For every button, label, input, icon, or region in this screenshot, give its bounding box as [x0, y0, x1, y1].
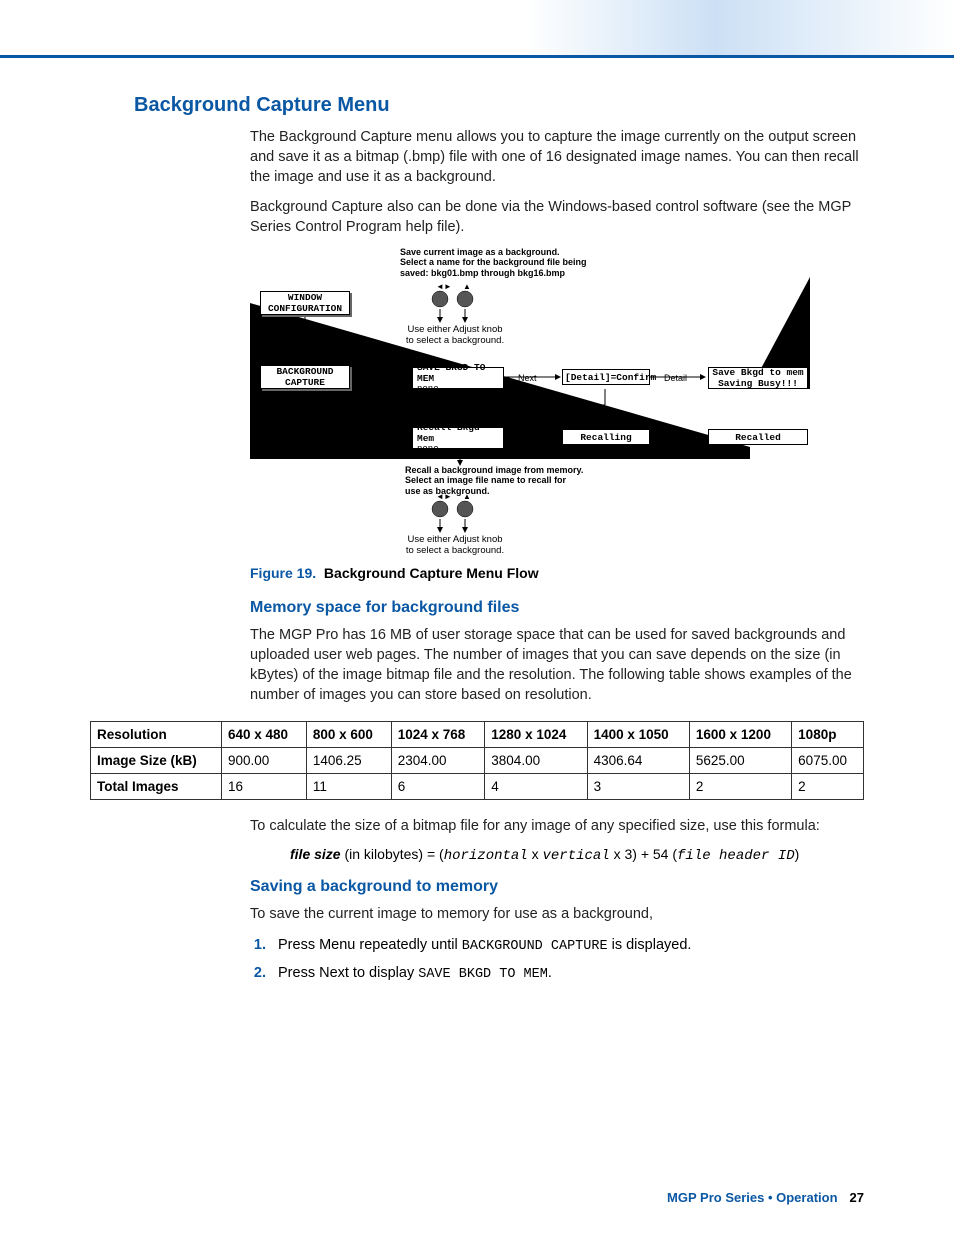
diagram-note-top: Save current image as a background.Selec… — [400, 247, 620, 278]
list-item: Press Menu repeatedly until BACKGROUND C… — [270, 934, 864, 958]
paragraph-intro-2: Background Capture also can be done via … — [250, 197, 864, 237]
diagram-box-bgcapture: BACKGROUNDCAPTURE — [260, 365, 350, 389]
diagram-box-recalling: Recalling — [562, 429, 650, 445]
table-col-800: 800 x 600 — [306, 722, 391, 748]
diagram-label-next-3: Next — [445, 407, 464, 417]
diagram-label-next-4: Next — [518, 433, 537, 443]
diagram-box-recall: Recall Bkgd Mem none — [412, 427, 504, 449]
table-col-1600: 1600 x 1200 — [689, 722, 791, 748]
diagram-box-window: WINDOWCONFIGURATION — [260, 291, 350, 315]
diagram-label-next-2: Next — [518, 373, 537, 383]
diagram-box-recalled: Recalled — [708, 429, 808, 445]
table-row: Total Images 16 11 6 4 3 2 2 — [91, 774, 864, 800]
diagram-box-busy: Save Bkgd to mem Saving Busy!!! — [708, 367, 808, 389]
resolution-table: Resolution 640 x 480 800 x 600 1024 x 76… — [90, 721, 864, 800]
formula-file-size: file size (in kilobytes) = (horizontal x… — [290, 846, 864, 864]
table-col-640: 640 x 480 — [221, 722, 306, 748]
diagram-label-detail: Detail — [664, 373, 687, 383]
page-footer: MGP Pro Series • Operation27 — [667, 1190, 864, 1205]
diagram-box-detail: [Detail]=Confirm — [562, 369, 650, 385]
diagram-knob-note-top: Use either Adjust knobto select a backgr… — [405, 325, 505, 347]
heading-saving: Saving a background to memory — [250, 878, 864, 896]
table-header-row: Resolution 640 x 480 800 x 600 1024 x 76… — [91, 722, 864, 748]
diagram-label-menu: Menu — [292, 339, 315, 349]
table-col-1080p: 1080p — [792, 722, 864, 748]
table-col-1400: 1400 x 1050 — [587, 722, 689, 748]
table-row: Image Size (kB) 900.00 1406.25 2304.00 3… — [91, 748, 864, 774]
figure-flowchart: ◄► ▲ ◄► ▲ Save current image as a backgr… — [250, 247, 864, 557]
table-col-1280: 1280 x 1024 — [485, 722, 587, 748]
heading-main: Background Capture Menu — [134, 94, 864, 117]
paragraph-saving-intro: To save the current image to memory for … — [250, 904, 864, 924]
diagram-box-save: SAVE BKGD TO MEM none — [412, 367, 504, 389]
diagram-note-bottom: Recall a background image from memory.Se… — [405, 465, 625, 496]
table-col-resolution: Resolution — [91, 722, 222, 748]
paragraph-formula-intro: To calculate the size of a bitmap file f… — [250, 816, 864, 836]
table-col-1024: 1024 x 768 — [391, 722, 485, 748]
svg-text:◄►: ◄► — [436, 282, 452, 291]
svg-text:▲: ▲ — [463, 282, 471, 291]
diagram-knob-note-bottom: Use either Adjust knobto select a backgr… — [405, 535, 505, 557]
list-item: Press Next to display SAVE BKGD TO MEM. — [270, 962, 864, 986]
paragraph-memory: The MGP Pro has 16 MB of user storage sp… — [250, 625, 864, 705]
diagram-label-next-1: Next — [368, 373, 387, 383]
figure-caption: Figure 19. Background Capture Menu Flow — [250, 565, 864, 581]
paragraph-intro-1: The Background Capture menu allows you t… — [250, 127, 864, 187]
diagram-label-ifnone: If None is selected — [510, 399, 589, 409]
heading-memory-space: Memory space for background files — [250, 599, 864, 617]
steps-list: Press Menu repeatedly until BACKGROUND C… — [270, 934, 864, 985]
top-gradient-bar — [0, 0, 954, 58]
